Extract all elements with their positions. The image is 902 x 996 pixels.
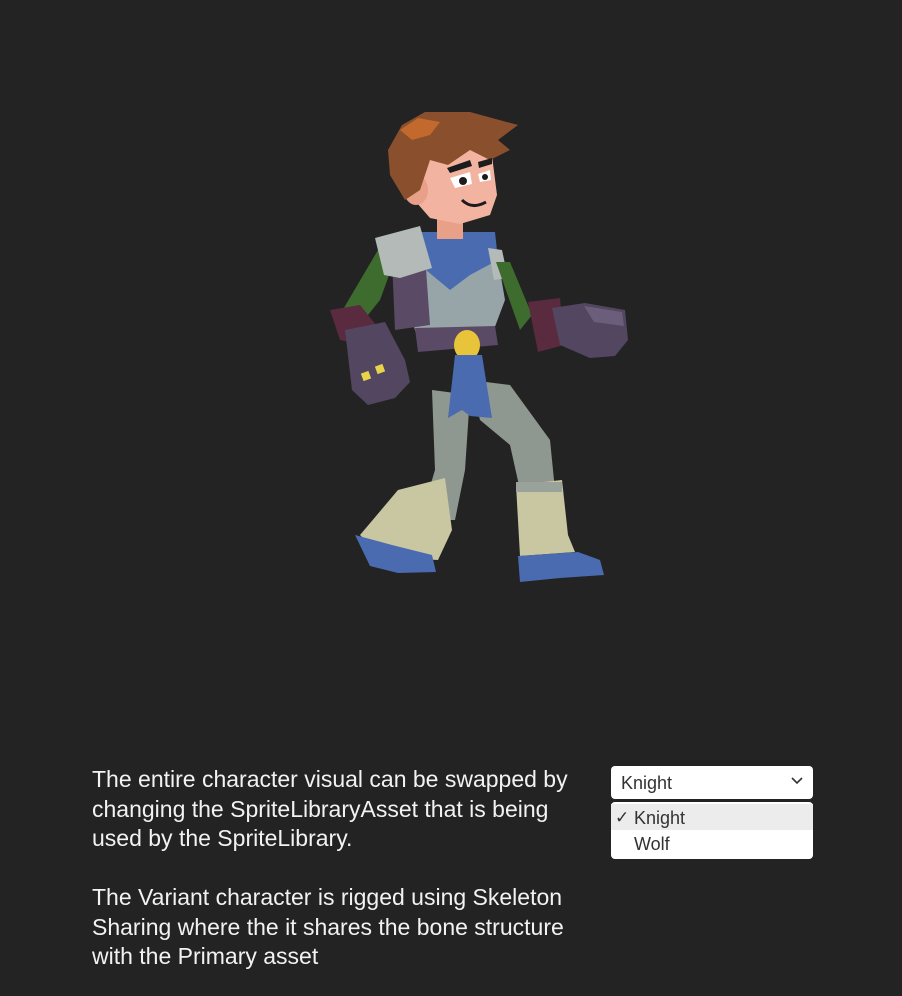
character-dropdown[interactable]: Knight xyxy=(611,766,813,799)
dropdown-options-list: ✓ Knight Wolf xyxy=(611,802,813,859)
description-paragraph-2: The Variant character is rigged using Sk… xyxy=(92,884,564,969)
option-label: Knight xyxy=(634,808,686,828)
chevron-down-icon xyxy=(791,777,803,785)
knight-character-sprite xyxy=(330,112,628,582)
option-label: Wolf xyxy=(634,834,670,854)
dropdown-option-knight[interactable]: ✓ Knight xyxy=(611,804,813,830)
dropdown-selected-label: Knight xyxy=(621,773,673,793)
dropdown-option-wolf[interactable]: Wolf xyxy=(611,830,813,856)
description-paragraph-1: The entire character visual can be swapp… xyxy=(92,766,568,851)
game-view: The entire character visual can be swapp… xyxy=(0,0,902,996)
checkmark-icon: ✓ xyxy=(615,808,630,827)
